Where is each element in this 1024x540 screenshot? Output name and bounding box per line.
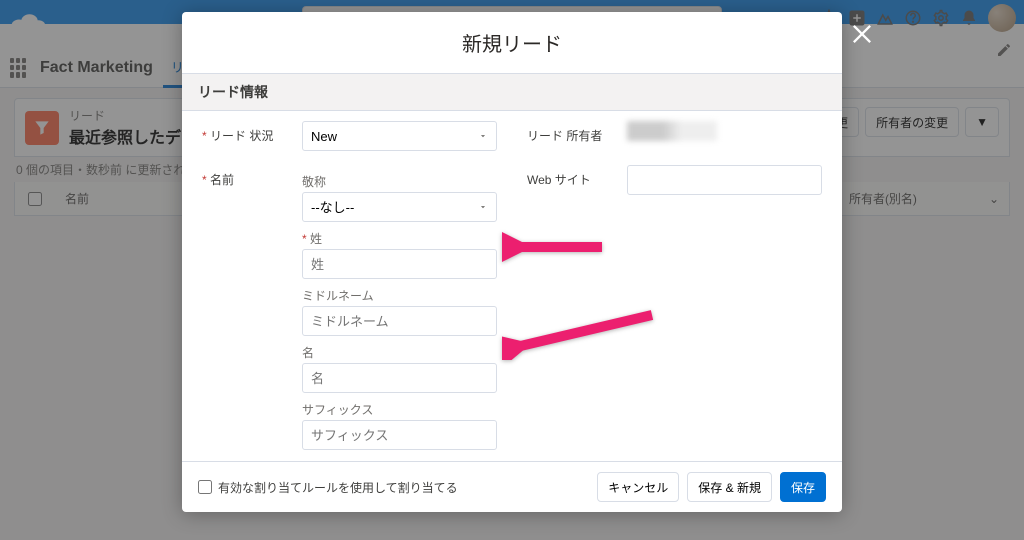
new-lead-modal: 新規リード リード情報 リード 状況 New リード 所有者 名前 (182, 12, 842, 512)
salutation-label: 敬称 (302, 173, 497, 190)
modal-title: 新規リード (182, 12, 842, 73)
suffix-label: サフィックス (302, 401, 497, 418)
suffix-input[interactable] (302, 420, 497, 450)
assignment-rule-checkbox[interactable]: 有効な割り当てルールを使用して割り当てる (198, 479, 458, 496)
last-name-label: 姓 (302, 230, 497, 247)
cancel-button[interactable]: キャンセル (597, 472, 679, 502)
lead-owner-label: リード 所有者 (527, 121, 617, 144)
section-lead-info: リード情報 (182, 73, 842, 111)
lead-status-label: リード 状況 (202, 121, 292, 144)
lead-owner-value (627, 121, 717, 141)
middle-name-label: ミドルネーム (302, 287, 497, 304)
website-label: Web サイト (527, 165, 617, 188)
website-input[interactable] (627, 165, 822, 195)
save-and-new-button[interactable]: 保存 & 新規 (687, 472, 772, 502)
first-name-input[interactable] (302, 363, 497, 393)
middle-name-input[interactable] (302, 306, 497, 336)
save-button[interactable]: 保存 (780, 472, 826, 502)
last-name-input[interactable] (302, 249, 497, 279)
lead-status-select[interactable]: New (302, 121, 497, 151)
salutation-select[interactable]: --なし-- (302, 192, 497, 222)
first-name-label: 名 (302, 344, 497, 361)
name-label: 名前 (202, 165, 292, 188)
close-icon[interactable] (848, 20, 876, 48)
